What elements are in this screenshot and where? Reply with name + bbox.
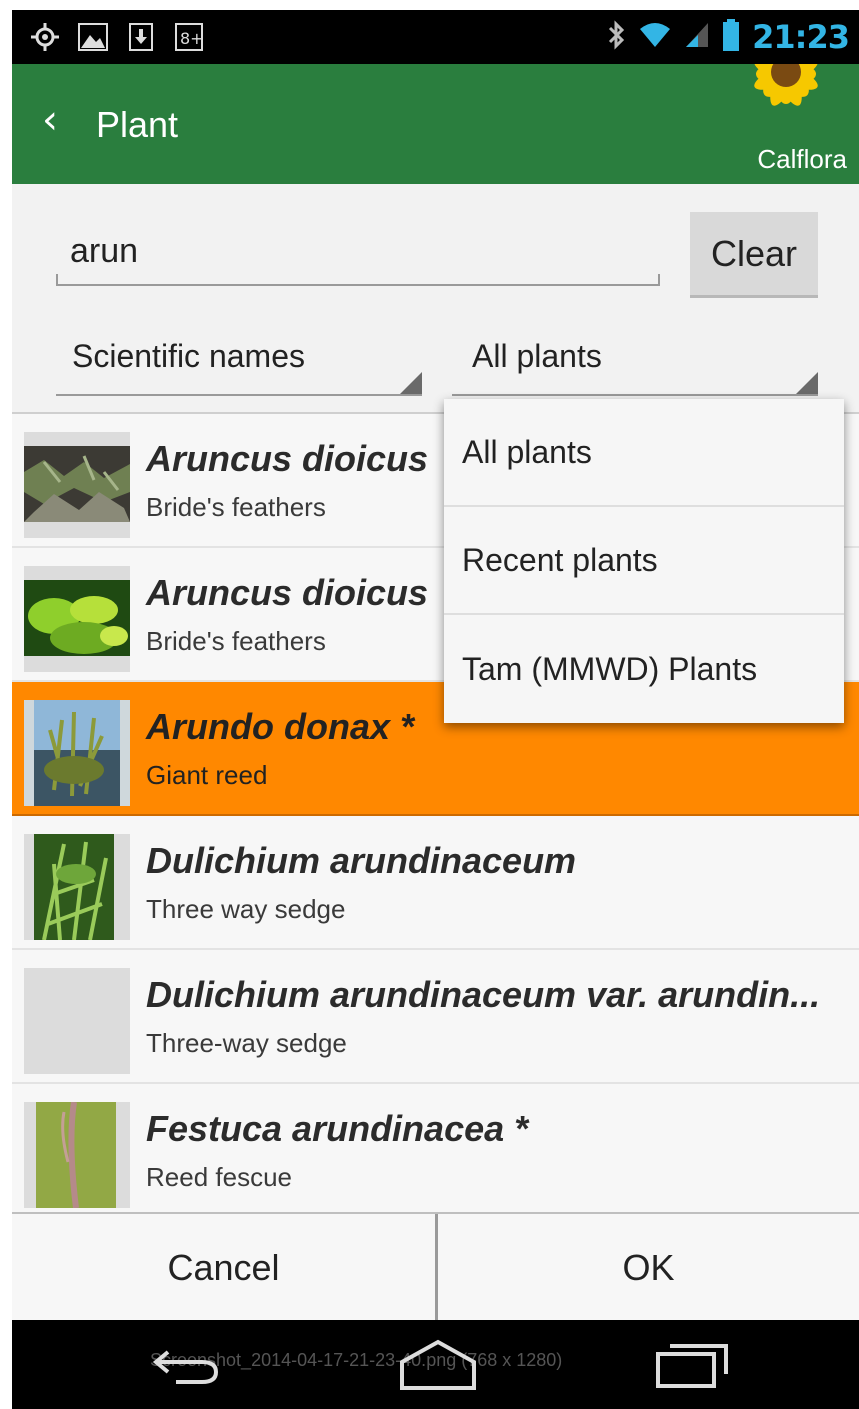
status-bar: 8+ 21:23 (12, 10, 859, 64)
image-icon (78, 22, 108, 52)
list-item[interactable]: Dulichium arundinaceum var. arundin... T… (12, 950, 859, 1084)
app-bar: ‹ Plant Calflora (12, 42, 859, 184)
back-chevron-icon[interactable]: ‹ (42, 100, 58, 140)
gps-icon (30, 22, 60, 52)
plant-thumbnail (24, 700, 130, 806)
home-icon[interactable] (396, 1338, 480, 1394)
search-underline (56, 274, 660, 286)
scientific-name: Arundo donax * (146, 706, 414, 747)
plant-thumbnail (24, 1102, 130, 1208)
common-name: Bride's feathers (146, 492, 326, 522)
download-icon (126, 22, 156, 52)
google-plus-icon: 8+ (174, 22, 204, 52)
svg-text:8+: 8+ (180, 29, 203, 48)
page-title[interactable]: Plant (96, 104, 178, 146)
recent-apps-icon[interactable] (654, 1338, 730, 1394)
dropdown-option-tam-plants[interactable]: Tam (MMWD) Plants (444, 615, 844, 723)
plant-list-dropdown: All plants Recent plants Tam (MMWD) Plan… (444, 399, 844, 723)
navigation-bar: Screenshot_2014-04-17-21-23-40.png (768 … (12, 1320, 859, 1409)
common-name: Three way sedge (146, 894, 346, 924)
common-name: Three-way sedge (146, 1028, 347, 1058)
brand-label: Calflora (757, 144, 847, 174)
ok-button[interactable]: OK (438, 1214, 859, 1322)
common-name: Giant reed (146, 760, 268, 790)
name-type-value: Scientific names (72, 338, 305, 374)
search-panel: arun Clear Scientific names All plants (12, 184, 859, 412)
plant-list-spinner[interactable]: All plants (452, 338, 818, 396)
spinner-arrow-icon (796, 372, 818, 394)
list-item[interactable]: Festuca arundinacea * Reed fescue (12, 1084, 859, 1218)
plant-thumbnail (24, 432, 130, 538)
scientific-name: Festuca arundinacea * (146, 1108, 529, 1149)
back-icon[interactable] (152, 1338, 222, 1392)
plant-thumbnail (24, 834, 130, 940)
scientific-name: Aruncus dioicus (146, 572, 429, 613)
signal-icon (684, 21, 710, 53)
battery-icon (722, 19, 740, 55)
plant-thumbnail (24, 566, 130, 672)
common-name: Reed fescue (146, 1162, 292, 1192)
device-screen: 8+ 21:23 ‹ Plant Calflora arun Clear Sci… (12, 10, 859, 1409)
bluetooth-icon (606, 20, 626, 54)
clock: 21:23 (752, 18, 850, 56)
common-name: Bride's feathers (146, 626, 326, 656)
cancel-button[interactable]: Cancel (12, 1214, 438, 1322)
scientific-name: Aruncus dioicus (146, 438, 429, 479)
spinner-arrow-icon (400, 372, 422, 394)
plant-list-value: All plants (472, 338, 602, 374)
search-input[interactable]: arun (56, 232, 656, 284)
dropdown-option-all-plants[interactable]: All plants (444, 399, 844, 507)
scientific-name: Dulichium arundinaceum (146, 840, 577, 881)
plant-thumbnail-placeholder (24, 968, 130, 1074)
clear-button[interactable]: Clear (690, 212, 818, 298)
name-type-spinner[interactable]: Scientific names (56, 338, 422, 396)
wifi-icon (638, 21, 672, 53)
scientific-name: Dulichium arundinaceum var. arundin... (146, 974, 821, 1015)
dropdown-option-recent-plants[interactable]: Recent plants (444, 507, 844, 615)
list-item[interactable]: Dulichium arundinaceum Three way sedge (12, 816, 859, 950)
sunflower-logo-icon (721, 42, 851, 144)
dialog-button-bar: Cancel OK (12, 1212, 859, 1322)
